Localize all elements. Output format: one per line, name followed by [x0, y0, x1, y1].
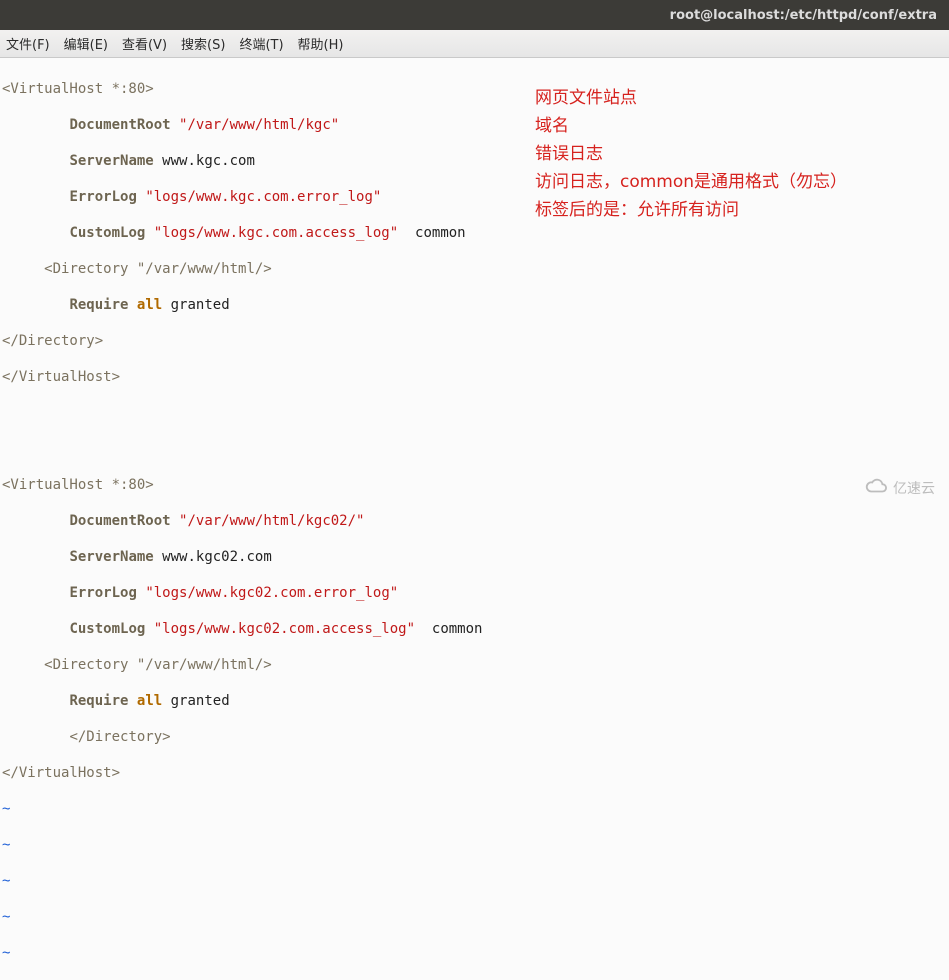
cloud-icon [865, 475, 887, 500]
annotation-domain: 域名 [535, 112, 847, 140]
errorlog2-val: "logs/www.kgc02.com.error_log" [145, 585, 398, 601]
customlog-val: "logs/www.kgc.com.access_log" [154, 225, 398, 241]
vim-tilde: ~ [2, 945, 10, 961]
menu-term[interactable]: 终端(T) [239, 34, 283, 53]
require2-key: Require [69, 693, 128, 709]
window-title: root@localhost:/etc/httpd/conf/extra [670, 8, 937, 23]
directory2-close: </Directory> [69, 729, 170, 745]
servername2-key: ServerName [69, 549, 153, 565]
vim-tilde: ~ [2, 909, 10, 925]
vim-tilde: ~ [2, 837, 10, 853]
servername-val: www.kgc.com [162, 153, 255, 169]
directory-close: </Directory> [2, 333, 103, 349]
errorlog2-key: ErrorLog [69, 585, 136, 601]
watermark-text: 亿速云 [893, 478, 935, 498]
vim-tilde: ~ [2, 873, 10, 889]
watermark: 亿速云 [865, 475, 935, 500]
servername-key: ServerName [69, 153, 153, 169]
customlog-key: CustomLog [69, 225, 145, 241]
directory-open: <Directory "/var/www/html/> [44, 261, 272, 277]
servername2-val: www.kgc02.com [162, 549, 272, 565]
customlog2-key: CustomLog [69, 621, 145, 637]
require-all: all [137, 297, 162, 313]
annotation-require: 标签后的是：允许所有访问 [535, 196, 847, 224]
vhost2-close-tag: </VirtualHost> [2, 765, 120, 781]
customlog2-fmt: common [432, 621, 483, 637]
annotation-docroot: 网页文件站点 [535, 84, 847, 112]
menu-edit[interactable]: 编辑(E) [64, 34, 108, 53]
window-titlebar: root@localhost:/etc/httpd/conf/extra [0, 0, 949, 30]
require-key: Require [69, 297, 128, 313]
require2-all: all [137, 693, 162, 709]
vhost-close-tag: </VirtualHost> [2, 369, 120, 385]
docroot2-key: DocumentRoot [69, 513, 170, 529]
errorlog-key: ErrorLog [69, 189, 136, 205]
vhost2-open-tag: <VirtualHost *:80> [2, 477, 154, 493]
errorlog-val: "logs/www.kgc.com.error_log" [145, 189, 381, 205]
require2-granted: granted [171, 693, 230, 709]
annotation-block: 网页文件站点 域名 错误日志 访问日志，common是通用格式（勿忘） 标签后的… [535, 84, 847, 224]
docroot2-val: "/var/www/html/kgc02/" [179, 513, 364, 529]
docroot-key: DocumentRoot [69, 117, 170, 133]
menu-view[interactable]: 查看(V) [122, 34, 167, 53]
annotation-accesslog: 访问日志，common是通用格式（勿忘） [535, 168, 847, 196]
directory2-open: <Directory "/var/www/html/> [44, 657, 272, 673]
vim-tilde: ~ [2, 801, 10, 817]
menu-search[interactable]: 搜索(S) [181, 34, 225, 53]
customlog2-val: "logs/www.kgc02.com.access_log" [154, 621, 415, 637]
annotation-errorlog: 错误日志 [535, 140, 847, 168]
vhost-open-tag: <VirtualHost *:80> [2, 81, 154, 97]
menu-bar: 文件(F) 编辑(E) 查看(V) 搜索(S) 终端(T) 帮助(H) [0, 30, 949, 58]
require-granted: granted [171, 297, 230, 313]
customlog-fmt: common [415, 225, 466, 241]
menu-file[interactable]: 文件(F) [6, 34, 50, 53]
menu-help[interactable]: 帮助(H) [298, 34, 344, 53]
docroot-val: "/var/www/html/kgc" [179, 117, 339, 133]
